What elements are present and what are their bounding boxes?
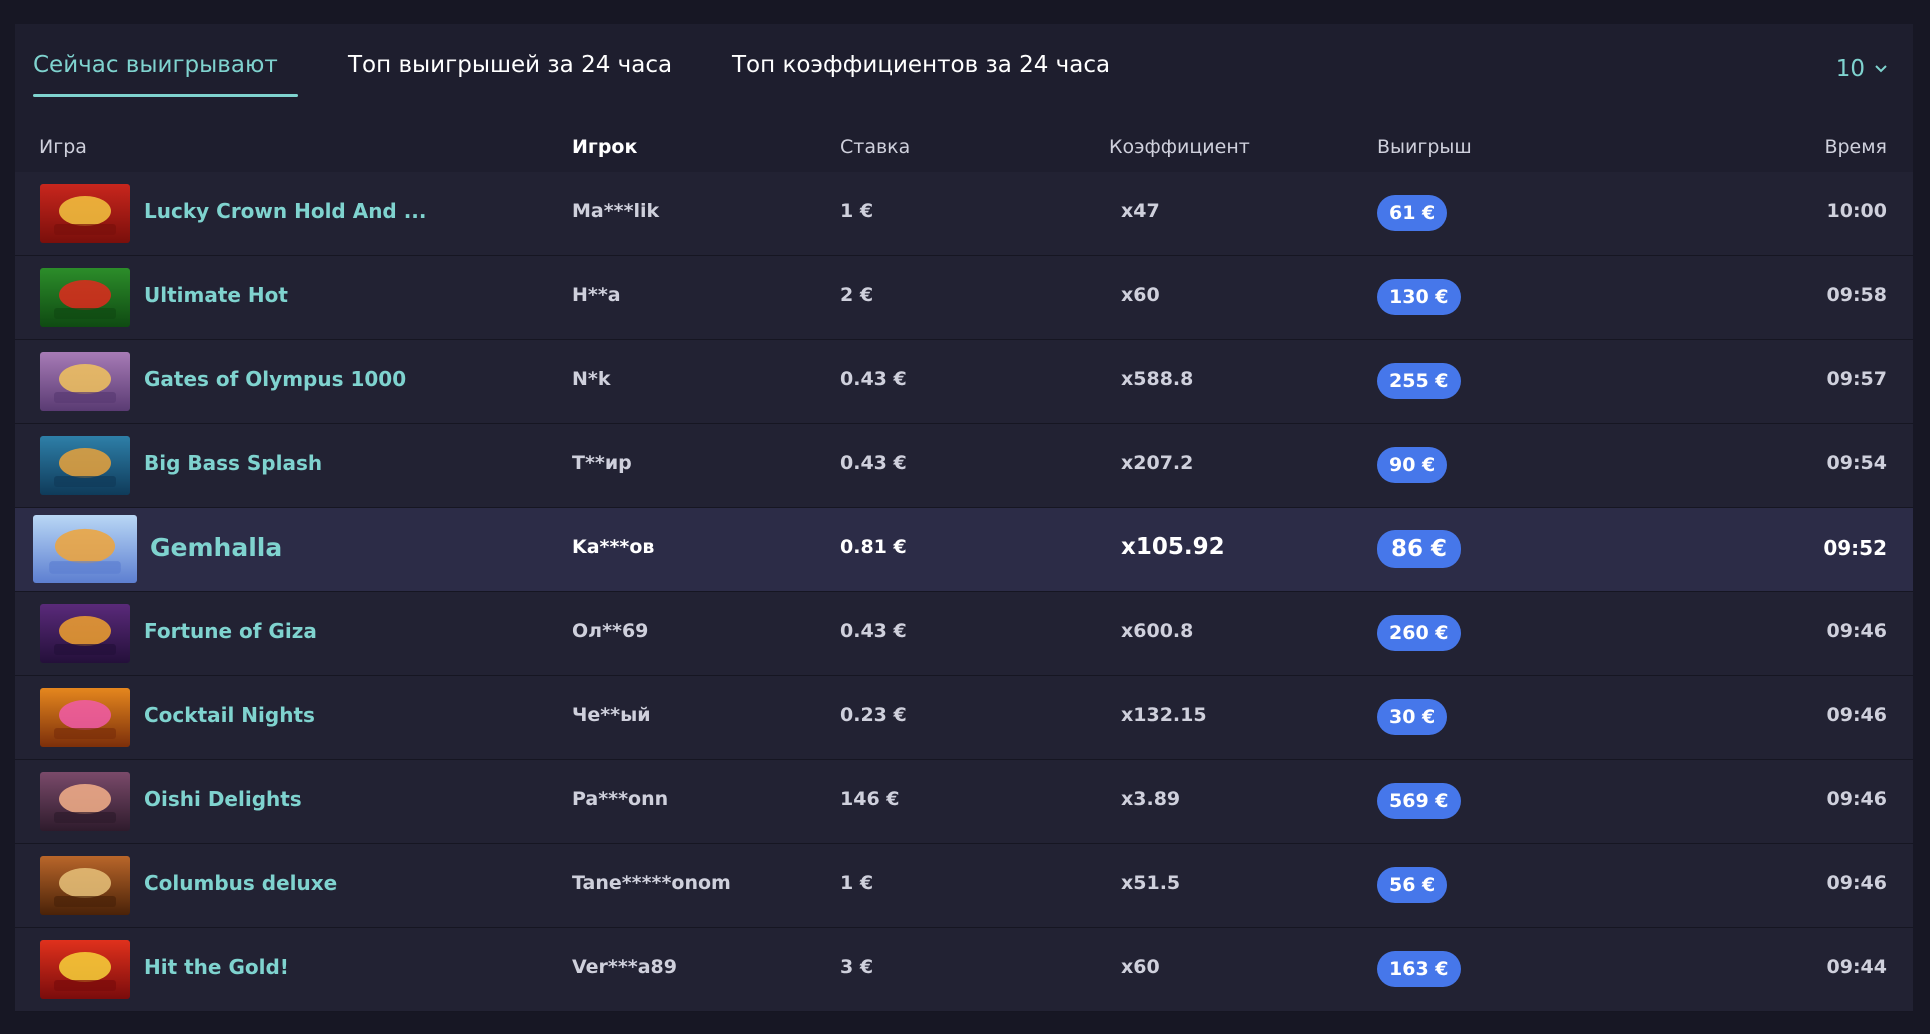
game-title-link[interactable]: Gemhalla xyxy=(150,533,450,562)
game-thumbnail[interactable] xyxy=(40,940,130,999)
game-title-link[interactable]: Ultimate Hot xyxy=(144,283,444,307)
game-title-link[interactable]: Columbus deluxe xyxy=(144,871,444,895)
player-name: Че**ый xyxy=(572,704,651,726)
table-row: Hit the Gold! Ver***a89 3 € x60 163 € 09:44 xyxy=(15,928,1913,1012)
game-title-link[interactable]: Hit the Gold! xyxy=(144,955,444,979)
bet-amount: 0.43 € xyxy=(840,452,907,474)
win-time: 09:54 xyxy=(1826,452,1887,474)
coefficient-value: x47 xyxy=(1121,200,1160,222)
table-row: Ultimate Hot H**a 2 € x60 130 € 09:58 xyxy=(15,256,1913,340)
coefficient-value: x60 xyxy=(1121,284,1160,306)
tab-top-coefficients-label: Топ коэффициентов за 24 часа xyxy=(732,52,1111,78)
coefficient-value: x132.15 xyxy=(1121,704,1207,726)
player-name: Ол**69 xyxy=(572,620,649,642)
win-time: 09:58 xyxy=(1826,284,1887,306)
win-amount-badge: 569 € xyxy=(1377,783,1461,819)
table-row: Lucky Crown Hold And ... Ma***lik 1 € x47 61… xyxy=(15,172,1913,256)
game-thumbnail[interactable] xyxy=(40,604,130,663)
bet-amount: 0.43 € xyxy=(840,620,907,642)
column-header-bet: Ставка xyxy=(840,136,911,158)
win-amount-badge: 30 € xyxy=(1377,699,1448,735)
game-thumbnail[interactable] xyxy=(33,515,137,583)
column-header-win: Выигрыш xyxy=(1377,136,1472,158)
tab-winning-now[interactable]: Сейчас выигрывают xyxy=(33,52,298,97)
game-thumbnail[interactable] xyxy=(40,184,130,243)
win-amount-badge: 255 € xyxy=(1377,363,1461,399)
table-row: Big Bass Splash T**ир 0.43 € x207.2 90 € 09:5… xyxy=(15,424,1913,508)
table-row: Cocktail Nights Че**ый 0.23 € x132.15 30 € 09… xyxy=(15,676,1913,760)
bet-amount: 0.23 € xyxy=(840,704,907,726)
win-amount-badge: 260 € xyxy=(1377,615,1461,651)
table-row: Gemhalla Ka***ов 0.81 € x105.92 86 € 09:52 xyxy=(15,508,1913,592)
bet-amount: 146 € xyxy=(840,788,900,810)
table-row: Fortune of Giza Ол**69 0.43 € x600.8 260 € 09… xyxy=(15,592,1913,676)
coefficient-value: x600.8 xyxy=(1121,620,1194,642)
bet-amount: 1 € xyxy=(840,872,874,894)
page-size-value: 10 xyxy=(1835,56,1865,82)
tab-top-wins-label: Топ выигрышей за 24 часа xyxy=(348,52,673,78)
player-name: T**ир xyxy=(572,452,632,474)
win-amount-badge: 61 € xyxy=(1377,195,1448,231)
page-size-select[interactable]: 10 xyxy=(1836,56,1887,82)
tab-top-coefficients-24h[interactable]: Топ коэффициентов за 24 часа xyxy=(732,52,1110,78)
player-name: N*k xyxy=(572,368,611,390)
player-name: Pa***onn xyxy=(572,788,669,810)
bet-amount: 1 € xyxy=(840,200,874,222)
coefficient-value: x588.8 xyxy=(1121,368,1194,390)
player-name: H**a xyxy=(572,284,621,306)
game-thumbnail[interactable] xyxy=(40,856,130,915)
player-name: Ver***a89 xyxy=(572,956,677,978)
table-row: Oishi Delights Pa***onn 146 € x3.89 569 € 09:… xyxy=(15,760,1913,844)
win-time: 09:52 xyxy=(1823,536,1887,560)
table-row: Columbus deluxe Tane*****onom 1 € x51.5 56 €… xyxy=(15,844,1913,928)
game-title-link[interactable]: Lucky Crown Hold And ... xyxy=(144,199,444,223)
game-title-link[interactable]: Big Bass Splash xyxy=(144,451,444,475)
game-title-link[interactable]: Oishi Delights xyxy=(144,787,444,811)
win-amount-badge: 86 € xyxy=(1377,530,1462,568)
coefficient-value: x105.92 xyxy=(1121,534,1225,560)
win-amount-badge: 130 € xyxy=(1377,279,1461,315)
chevron-down-icon xyxy=(1875,65,1887,73)
win-time: 09:46 xyxy=(1826,872,1887,894)
player-name: Ka***ов xyxy=(572,536,655,558)
game-thumbnail[interactable] xyxy=(40,352,130,411)
bet-amount: 2 € xyxy=(840,284,874,306)
game-thumbnail[interactable] xyxy=(40,688,130,747)
coefficient-value: x51.5 xyxy=(1121,872,1181,894)
win-amount-badge: 163 € xyxy=(1377,951,1461,987)
coefficient-value: x60 xyxy=(1121,956,1160,978)
column-header-game: Игра xyxy=(39,136,87,158)
player-name: Ma***lik xyxy=(572,200,660,222)
bet-amount: 0.43 € xyxy=(840,368,907,390)
win-amount-badge: 90 € xyxy=(1377,447,1448,483)
win-time: 10:00 xyxy=(1826,200,1887,222)
active-tab-underline xyxy=(33,94,298,97)
win-time: 09:44 xyxy=(1826,956,1887,978)
table-row: Gates of Olympus 1000 N*k 0.43 € x588.8 255 … xyxy=(15,340,1913,424)
game-thumbnail[interactable] xyxy=(40,268,130,327)
game-thumbnail[interactable] xyxy=(40,772,130,831)
tab-top-wins-24h[interactable]: Топ выигрышей за 24 часа xyxy=(348,52,672,78)
coefficient-value: x207.2 xyxy=(1121,452,1194,474)
bet-amount: 3 € xyxy=(840,956,874,978)
table-header: Игра Игрок Ставка Коэффициент Выигрыш Вр… xyxy=(15,128,1913,168)
win-amount-badge: 56 € xyxy=(1377,867,1448,903)
game-thumbnail[interactable] xyxy=(40,436,130,495)
coefficient-value: x3.89 xyxy=(1121,788,1181,810)
player-name: Tane*****onom xyxy=(572,872,731,894)
win-time: 09:46 xyxy=(1826,620,1887,642)
column-header-player: Игрок xyxy=(572,136,638,158)
tab-winning-now-label: Сейчас выигрывают xyxy=(33,52,278,78)
win-time: 09:57 xyxy=(1826,368,1887,390)
game-title-link[interactable]: Fortune of Giza xyxy=(144,619,444,643)
recent-wins-panel: Сейчас выигрывают Топ выигрышей за 24 ча… xyxy=(15,24,1913,1012)
bet-amount: 0.81 € xyxy=(840,536,907,558)
game-title-link[interactable]: Gates of Olympus 1000 xyxy=(144,367,444,391)
game-title-link[interactable]: Cocktail Nights xyxy=(144,703,444,727)
column-header-time: Время xyxy=(1824,136,1887,158)
column-header-coefficient: Коэффициент xyxy=(1109,136,1250,158)
win-time: 09:46 xyxy=(1826,788,1887,810)
win-time: 09:46 xyxy=(1826,704,1887,726)
